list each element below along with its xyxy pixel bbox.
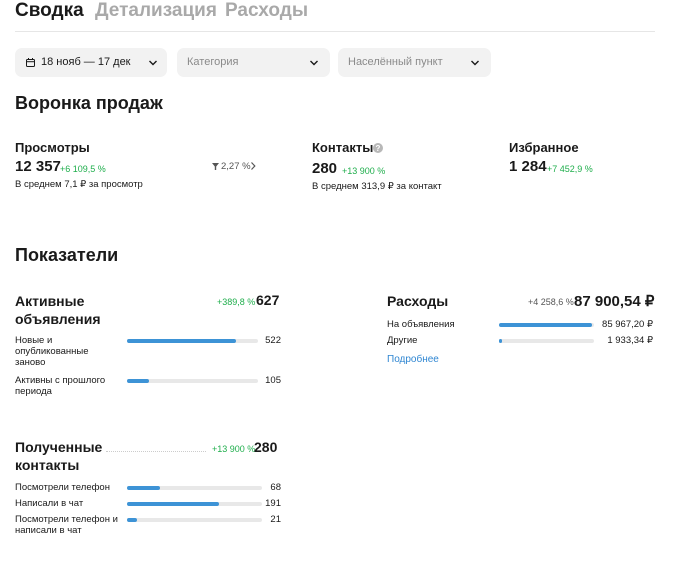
bar-fill <box>499 339 502 343</box>
indicators-title: Показатели <box>15 245 119 265</box>
views-value: 12 357 <box>15 158 61 175</box>
active-ads-row-label: Активны с прошлого периода <box>15 375 106 397</box>
active-ads-row-bar <box>127 339 258 343</box>
favorites-delta: +7 452,9 % <box>547 164 593 174</box>
expenses-title: Расходы <box>387 293 449 309</box>
received-contacts-row-label: Посмотрели телефон и написали в чат <box>15 514 118 536</box>
received-contacts-row-value: 191 <box>265 498 281 509</box>
active-ads-row-label: Новые и опубликованные заново <box>15 335 89 368</box>
views-conversion-value: 2,27 % <box>221 161 251 172</box>
svg-text:?: ? <box>376 144 381 153</box>
tab-summary[interactable]: Сводка <box>15 0 84 22</box>
expenses-row-label: На объявления <box>387 319 455 330</box>
dotted-leader <box>106 451 206 452</box>
received-contacts-row-label: Посмотрели телефон <box>15 482 110 493</box>
expenses-row-bar <box>499 323 594 327</box>
active-ads-row-value: 105 <box>265 375 281 386</box>
bar-fill <box>127 518 138 522</box>
expenses-delta: +4 258,6 % <box>528 297 574 307</box>
funnel-title: Воронка продаж <box>15 93 163 113</box>
expenses-total: 87 900,54 ₽ <box>574 293 655 310</box>
tab-expenses[interactable]: Расходы <box>225 0 308 22</box>
bar-fill <box>127 379 149 383</box>
bar-fill <box>127 502 220 506</box>
active-ads-row-bar <box>127 379 258 383</box>
contacts-subtitle: В среднем 313,9 ₽ за контакт <box>312 181 442 192</box>
views-delta: +6 109,5 % <box>60 164 106 174</box>
tabs-divider <box>15 31 655 32</box>
bar-fill <box>127 486 160 490</box>
bar-fill <box>499 323 592 327</box>
chevron-down-icon <box>471 60 479 66</box>
expenses-more-link[interactable]: Подробнее <box>387 354 439 365</box>
chevron-down-icon <box>149 60 157 66</box>
category-filter-placeholder: Категория <box>187 56 239 68</box>
period-filter[interactable]: 18 нояб — 17 дек <box>15 48 167 77</box>
contacts-value: 280 <box>312 160 338 177</box>
received-contacts-row-label: Написали в чат <box>15 498 84 509</box>
bar-fill <box>127 339 237 343</box>
city-filter-placeholder: Населённый пункт <box>348 56 443 68</box>
received-contacts-row-bar <box>127 518 262 522</box>
received-contacts-row-bar <box>127 486 262 490</box>
received-contacts-row-value: 68 <box>270 482 281 493</box>
received-contacts-title: Полученные контакты <box>15 439 103 473</box>
calendar-icon <box>26 58 35 67</box>
expenses-row-bar <box>499 339 594 343</box>
tab-details[interactable]: Детализация <box>95 0 217 22</box>
city-filter[interactable]: Населённый пункт <box>338 48 491 77</box>
received-contacts-delta: +13 900 % <box>212 444 256 454</box>
active-ads-total: 627 <box>256 292 280 308</box>
expenses-row-value: 1 933,34 ₽ <box>607 335 653 346</box>
chevron-right-icon <box>251 162 256 170</box>
chevron-down-icon <box>310 60 318 66</box>
expenses-row-label: Другие <box>387 335 418 346</box>
favorites-title: Избранное <box>509 140 579 155</box>
expenses-row-value: 85 967,20 ₽ <box>602 319 653 330</box>
views-title: Просмотры <box>15 140 90 155</box>
received-contacts-total: 280 <box>254 439 278 455</box>
category-filter[interactable]: Категория <box>177 48 330 77</box>
period-filter-value: 18 нояб — 17 дек <box>41 56 131 68</box>
received-contacts-row-bar <box>127 502 262 506</box>
active-ads-row-value: 522 <box>265 335 281 346</box>
active-ads-title: Активные объявления <box>15 293 101 327</box>
help-icon[interactable]: ? <box>373 143 383 153</box>
contacts-delta: +13 900 % <box>342 166 386 176</box>
contacts-title: Контакты <box>312 140 374 155</box>
active-ads-delta: +389,8 % <box>217 297 256 307</box>
funnel-icon <box>212 163 219 170</box>
views-subtitle: В среднем 7,1 ₽ за просмотр <box>15 179 143 190</box>
received-contacts-row-value: 21 <box>270 514 281 525</box>
favorites-value: 1 284 <box>509 158 547 175</box>
